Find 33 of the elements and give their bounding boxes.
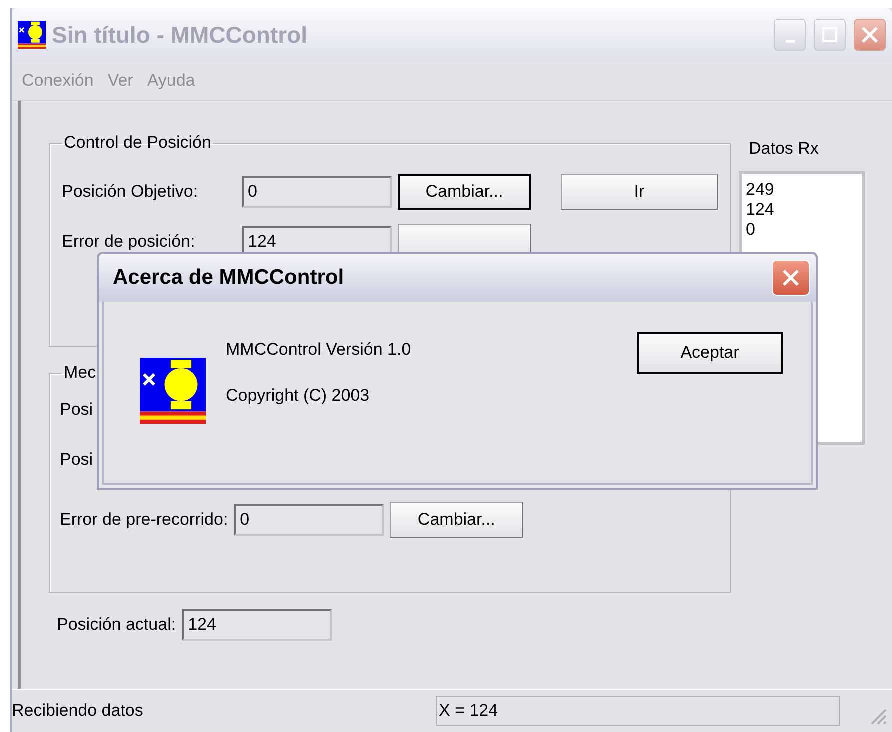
input-field[interactable]: 0: [234, 504, 384, 536]
close-icon: [781, 268, 801, 288]
button[interactable]: Cambiar...: [390, 502, 524, 538]
window-title: Sin título - MMCControl: [52, 22, 308, 48]
button[interactable]: Cambiar...: [398, 174, 531, 210]
maximize-icon: [822, 27, 838, 43]
app-icon: [18, 21, 46, 49]
field-label: Error de pre-recorrido:: [60, 510, 228, 530]
status-panel: X = 124: [436, 696, 840, 726]
list-title: Datos Rx: [749, 139, 820, 159]
input-field[interactable]: 0: [242, 176, 392, 208]
button[interactable]: Ir: [561, 174, 718, 210]
field-label: Error de posición:: [62, 232, 196, 252]
group-title: Control de Posición: [63, 133, 212, 153]
minimize-button[interactable]: [774, 19, 806, 51]
field-label: Posición Objetivo:: [62, 182, 200, 202]
field-label: Posi: [60, 450, 94, 470]
field-label: Posición actual:: [57, 615, 176, 635]
dialog-title: Acerca de MMCControl: [113, 266, 346, 290]
group-title: Mec: [63, 363, 98, 383]
ok-button[interactable]: Aceptar: [637, 332, 783, 374]
list-item: 0: [746, 220, 756, 240]
app-logo-icon: [140, 358, 206, 424]
field-label: Posi: [60, 400, 94, 420]
input-field[interactable]: 124: [182, 609, 332, 641]
status-text: Recibiendo datos: [12, 701, 144, 721]
close-button[interactable]: [854, 19, 886, 51]
close-icon: [861, 26, 879, 44]
list-item: 124: [746, 200, 776, 220]
list-item: 249: [746, 180, 776, 200]
about-text: Copyright (C) 2003: [226, 386, 371, 406]
about-text: MMCControl Versión 1.0: [226, 340, 412, 360]
maximize-button[interactable]: [814, 19, 846, 51]
